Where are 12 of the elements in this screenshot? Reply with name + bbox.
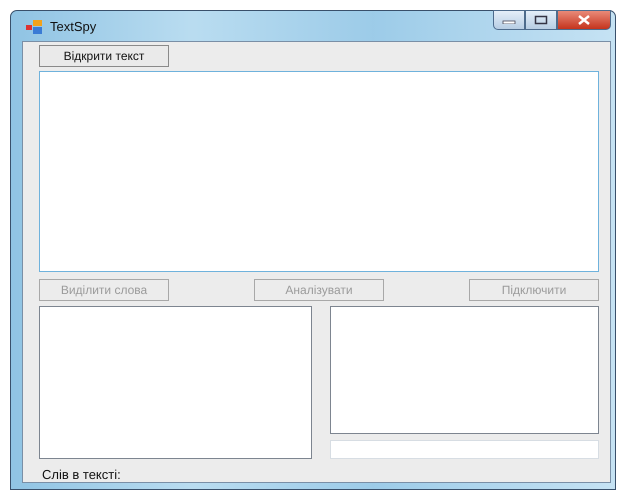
result-list[interactable] [330, 306, 599, 434]
minimize-button[interactable] [493, 10, 525, 30]
input-field[interactable] [330, 440, 599, 459]
open-text-button[interactable]: Відкрити текст [39, 45, 169, 67]
close-button[interactable] [557, 10, 611, 30]
window-title: TextSpy [50, 18, 96, 34]
maximize-icon [534, 15, 548, 25]
word-list[interactable] [39, 306, 312, 459]
app-icon [26, 20, 42, 34]
close-icon [577, 15, 591, 25]
maximize-button[interactable] [525, 10, 557, 30]
word-count-label: Слів в тексті: [42, 467, 121, 482]
